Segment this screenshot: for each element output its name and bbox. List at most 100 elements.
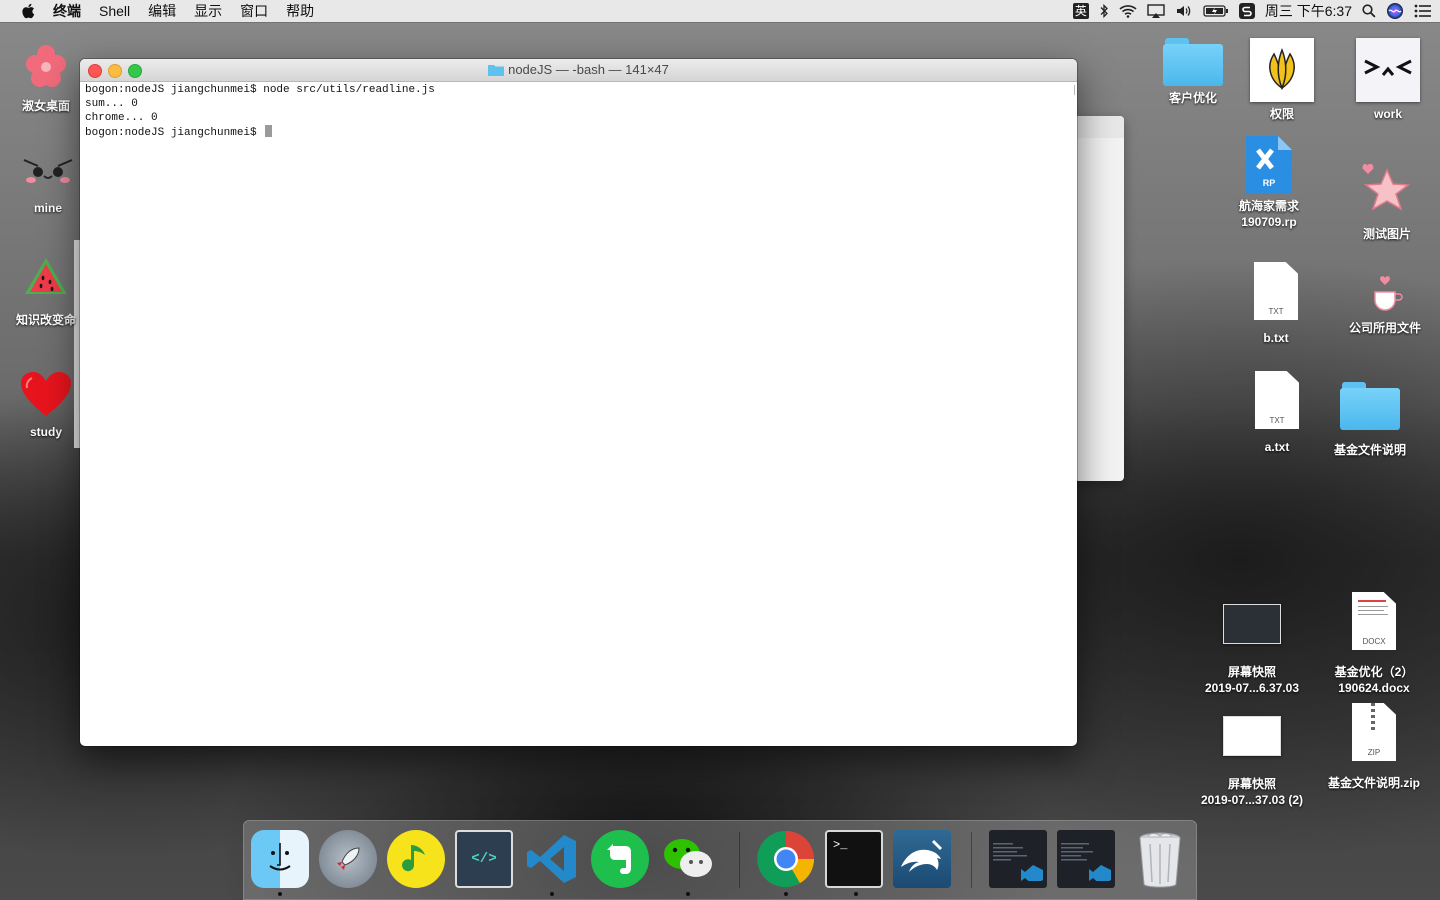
menu-shell[interactable]: Shell [90,0,139,22]
desktop-icon-label: 测试图片 [1362,227,1411,241]
desktop-icon-label: b.txt [1263,331,1289,345]
heart-icon [21,372,71,416]
code-glyph: </> [471,851,497,867]
running-indicator [784,892,788,896]
music-icon[interactable] [387,830,445,888]
desktop-folder-jijin[interactable]: 基金文件说明 [1318,380,1422,458]
desktop-icon-ceshi[interactable]: 测试图片 [1335,156,1439,242]
desktop-icon-label: study [29,425,62,439]
apple-icon[interactable] [12,3,44,19]
desktop-file-btxt[interactable]: TXT b.txt [1224,262,1328,346]
zip-file-icon: ZIP [1352,703,1396,761]
desktop-icon-label: work [1373,107,1402,121]
running-indicator [686,892,690,896]
rp-badge: RP [1262,178,1276,188]
txt-file-icon: TXT [1255,371,1299,429]
terminal-icon[interactable]: >_ [825,830,883,896]
desktop-icon-gongsi[interactable]: 公司所用文件 [1333,272,1437,336]
running-indicator [854,892,858,896]
scrollbar-indicator[interactable] [1074,85,1075,95]
sync-app-icon[interactable] [1238,3,1255,19]
trash-icon[interactable] [1131,830,1189,888]
dock-separator [971,832,972,888]
teacup-icon [1374,276,1403,311]
desktop-file-rp[interactable]: RP 航海家需求 190709.rp [1217,136,1321,230]
terminal-line: sum... 0 [85,98,138,110]
dock: </> >_ [243,820,1197,900]
vscode-icon[interactable] [523,830,581,896]
desktop-icon-label: 公司所用文件 [1348,321,1421,335]
spotlight-search-icon[interactable] [1362,4,1376,18]
wechat-icon[interactable] [659,830,717,896]
folder-icon [1163,36,1223,86]
terminal-prompt-line[interactable]: bogon:nodeJS jiangchunmei$ [85,125,1073,140]
desktop-icon-label: 知识改变命 [15,313,76,327]
desktop-file-zip[interactable]: ZIP 基金文件说明.zip [1322,703,1426,791]
window-thumb-icon[interactable] [1057,830,1115,888]
desktop-icon-label: 基金优化（2） 190624.docx [1334,665,1414,695]
running-indicator [278,892,282,896]
desktop-icon-label: 航海家需求 190709.rp [1238,199,1299,229]
desktop-file-atxt[interactable]: TXT a.txt [1225,371,1329,455]
running-indicator [550,892,554,896]
wifi-icon[interactable] [1119,4,1137,18]
volume-icon[interactable] [1175,4,1193,18]
input-method-indicator[interactable]: 英 [1072,3,1089,19]
screenshot-thumbnail-icon [1223,716,1281,756]
desktop-icon-label: 屏幕快照 2019-07...37.03 (2) [1200,777,1304,807]
window-thumb-icon[interactable] [989,830,1047,888]
terminal-line: chrome... 0 [85,112,158,124]
flower-image-icon [1250,38,1314,102]
desktop-icon-work[interactable]: work [1336,38,1440,122]
terminal-line: bogon:nodeJS jiangchunmei$ node src/util… [85,84,435,96]
emoticon-image-icon [1356,38,1420,102]
airplay-icon[interactable] [1147,4,1165,18]
docx-file-icon: DOCX [1352,592,1396,650]
desktop-file-screenshot-2[interactable]: 屏幕快照 2019-07...37.03 (2) [1200,716,1304,808]
background-window[interactable] [1070,116,1124,481]
bluetooth-icon[interactable] [1099,4,1109,18]
terminal-glyph: >_ [833,838,848,852]
chrome-icon[interactable] [757,830,815,896]
menu-edit[interactable]: 编辑 [139,0,185,22]
desktop-icon-label: 基金文件说明 [1333,443,1406,457]
window-titlebar[interactable]: nodeJS — -bash — 141×47 [80,59,1077,82]
desktop-icon-label: 客户优化 [1168,91,1217,105]
desktop-icon-label: 权限 [1269,107,1294,121]
code-editor-icon[interactable]: </> [455,830,513,888]
evernote-icon[interactable] [591,830,649,888]
terminal-output[interactable]: bogon:nodeJS jiangchunmei$ node src/util… [85,83,1073,746]
desktop-file-screenshot-1[interactable]: 屏幕快照 2019-07...6.37.03 [1200,604,1304,696]
desktop-icon-label: 基金文件说明.zip [1328,776,1420,790]
desktop-icon-quanxian[interactable]: 权限 [1230,38,1334,122]
menu-clock[interactable]: 周三 下午6:37 [1265,1,1352,21]
watermelon-icon [25,258,67,294]
window-title: nodeJS — -bash — 141×47 [80,59,1077,81]
launchpad-icon[interactable] [319,830,377,888]
flower-icon [26,45,66,87]
txt-file-icon: TXT [1254,262,1298,320]
mysql-workbench-icon[interactable] [893,830,951,888]
notification-center-icon[interactable] [1414,4,1432,18]
battery-icon[interactable] [1203,4,1229,18]
folder-icon [1340,380,1400,430]
terminal-prompt: bogon:nodeJS jiangchunmei$ [85,127,264,139]
face-icon [23,159,73,183]
text-cursor [265,125,273,137]
dock-separator [739,832,740,888]
folder-icon [488,65,505,76]
finder-icon[interactable] [251,830,309,896]
desktop-icon-label: 淑女桌面 [21,99,70,113]
menu-app-name[interactable]: 终端 [44,0,90,22]
menu-help[interactable]: 帮助 [277,0,323,22]
desktop-file-docx[interactable]: DOCX 基金优化（2） 190624.docx [1322,592,1426,696]
menu-window[interactable]: 窗口 [231,0,277,22]
siri-icon[interactable] [1386,2,1404,20]
desktop-icon-label: a.txt [1264,440,1290,454]
terminal-window[interactable]: nodeJS — -bash — 141×47 bogon:nodeJS jia… [80,59,1077,746]
menu-view[interactable]: 显示 [185,0,231,22]
axure-rp-icon: RP [1246,136,1292,194]
screenshot-thumbnail-icon [1223,604,1281,644]
desktop-icon-label: mine [33,201,62,215]
desktop-icon-label: 屏幕快照 2019-07...6.37.03 [1204,665,1300,695]
